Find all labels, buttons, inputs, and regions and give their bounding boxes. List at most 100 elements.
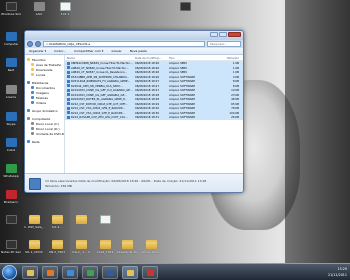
column-size[interactable]: Tamanho <box>199 56 243 60</box>
taskbar-app-button[interactable] <box>122 266 138 279</box>
file-name-text: R2144323_CONE_CG_GEF_fnd_AGRARIA_GE... <box>71 88 133 93</box>
forward-arrow-icon[interactable] <box>35 41 41 47</box>
chrome-icon <box>87 270 94 276</box>
file-name-text: R22044_APPI_SN_VERBIA_DLS_SPOC... <box>71 83 123 88</box>
desktop-icon[interactable]: SAIA <box>30 2 48 16</box>
folder-icon <box>31 101 34 104</box>
file-icon <box>67 66 70 70</box>
file-icon <box>67 79 70 83</box>
nav-item-label: Músicas <box>36 95 48 100</box>
desktop-icon[interactable] <box>72 215 90 225</box>
file-size: 23 KB <box>231 92 239 97</box>
desktop-icon[interactable]: 101 1 <box>56 2 74 16</box>
file-icon <box>29 178 41 190</box>
folder-icon <box>31 127 34 130</box>
maximize-button[interactable] <box>219 32 227 37</box>
folder-icon <box>28 240 40 249</box>
command-toolbar: Organizar ▾ Incluir... Compartilhar com ▾ G… <box>25 48 243 55</box>
desktop-icon[interactable]: 1. WW_Sale_... <box>24 215 44 229</box>
file-icon <box>67 102 70 106</box>
nav-item-label: Disco Local (C:) <box>36 121 60 126</box>
taskbar-app-button[interactable] <box>142 266 158 279</box>
toolbar-button[interactable]: Nova pasta <box>130 49 147 53</box>
desktop-icon[interactable]: Redi <box>2 58 20 72</box>
file-date: 06/08/2018 18:28 <box>135 92 160 97</box>
close-button[interactable] <box>228 32 241 37</box>
wallpaper-hair <box>285 0 350 263</box>
taskbar-app-button[interactable] <box>22 266 38 279</box>
file-size: 10 KB <box>231 88 239 93</box>
desktop-icon[interactable]: Bradesco <box>2 190 20 204</box>
desktop-icon-label: SIL 2... <box>51 225 63 229</box>
desktop-icon[interactable]: SIL 2... <box>48 215 66 229</box>
address-bar[interactable]: « VALMARCIA_LOJA_CELLI31 ▸ <box>43 41 205 47</box>
file-explorer-window[interactable]: « VALMARCIA_LOJA_CELLI31 ▸ Pesquisar... … <box>24 30 244 193</box>
file-name: R2044323_ROTEZ_PL_AGRARIA_GERE_P... <box>65 97 135 101</box>
file-name: R2144323_CONE_CG_GEF_AGRARIA_GE... <box>65 93 135 97</box>
desktop-icon[interactable]: Skype <box>2 112 20 126</box>
toolbar-button[interactable]: Compartilhar com ▾ <box>74 49 103 53</box>
desktop-icon[interactable]: Lixeira <box>2 85 20 99</box>
system-clock[interactable]: 15:29 21/11/2011 <box>328 266 347 278</box>
desktop-icon[interactable]: UN.2_7901 <box>48 240 66 254</box>
back-arrow-icon[interactable] <box>27 41 33 47</box>
details-size: Tamanho: 336 MB <box>45 184 72 188</box>
file-name-text: R214_CST_V3A_CNCZ_GFN_E_RADCPZ... <box>71 106 126 111</box>
desktop-icon[interactable]: CAL2_7921 <box>96 240 114 254</box>
desktop-icon[interactable] <box>176 2 194 12</box>
file-size: 48 KB <box>231 97 239 102</box>
desktop-icon[interactable]: CAL2_ 1... 2 <box>72 240 90 254</box>
column-name[interactable]: Nome <box>65 56 135 60</box>
column-type[interactable]: Tipo <box>169 56 199 60</box>
desktop-icon[interactable]: Notas PC Sam <box>1 240 21 254</box>
desktop-icon[interactable]: WhatsApp <box>2 164 20 178</box>
nav-item[interactable]: Locais <box>27 72 64 77</box>
desktop-icon[interactable]: Cobol <box>2 138 20 152</box>
taskbar-app-button[interactable] <box>42 266 58 279</box>
search-input[interactable]: Pesquisar... <box>207 41 241 47</box>
file-icon <box>67 61 70 65</box>
folder-icon <box>31 96 34 99</box>
taskbar: 15:29 21/11/2011 <box>0 263 350 280</box>
minimize-button[interactable] <box>210 32 218 37</box>
toolbar-button[interactable]: Gravar <box>111 49 121 53</box>
file-name: R214_R23A4B_CCP_ZHV_GTa_CU0T_CLA... <box>65 115 135 119</box>
desktop-icon[interactable]: Sonus Dou... <box>142 240 160 254</box>
file-size: 26 KB <box>231 115 239 120</box>
file-icon <box>67 88 70 92</box>
file-name-text: R2044323_ROTEZ_PL_AGRARIA_GERE_P... <box>71 97 127 102</box>
desktop-icon[interactable]: SIL 2_CDOC <box>25 240 43 254</box>
desktop-icon[interactable] <box>2 215 20 225</box>
dark-icon <box>179 2 191 11</box>
taskbar-app-button[interactable] <box>102 266 118 279</box>
nav-item[interactable]: Vídeos <box>27 100 64 105</box>
file-size: 4 KB <box>232 74 239 79</box>
taskbar-app-button[interactable] <box>62 266 78 279</box>
toolbar-button[interactable]: Organizar ▾ <box>29 49 46 53</box>
taskbar-app-button[interactable] <box>82 266 98 279</box>
window-titlebar[interactable] <box>25 31 243 40</box>
nav-item-label: Disco Local (D:) <box>36 126 60 131</box>
file-date: 06/08/2018 18:28 <box>135 97 160 102</box>
library-icon <box>27 81 30 84</box>
desktop-icon[interactable] <box>96 215 114 225</box>
dark-icon <box>5 240 17 249</box>
file-type: Arquivo SERV <box>169 70 188 75</box>
desktop-icon-label: Redi <box>7 68 15 72</box>
folder-icon <box>51 240 63 249</box>
nav-homegroup[interactable]: Grupo doméstico <box>27 108 64 113</box>
desktop-icon[interactable]: Windows Slider <box>1 2 21 16</box>
desktop-icon-label: Bradesco <box>4 200 18 204</box>
file-type: Arquivo SOFTWARE <box>169 110 196 115</box>
file-row[interactable]: R214_R23A4B_CCP_ZHV_GTa_CU0T_CLA... 06/08… <box>65 115 243 120</box>
desktop-icon[interactable]: Lavelle de 1N7... <box>117 240 137 254</box>
column-date[interactable]: Data de modificaç... <box>135 56 169 60</box>
desktop-icon[interactable]: Computer <box>2 32 20 46</box>
file-icon <box>67 106 70 110</box>
nav-item[interactable]: Unidade de DVD-RW <box>27 131 64 136</box>
dark-icon <box>5 215 17 224</box>
nav-item-label: Vídeos <box>36 100 47 105</box>
toolbar-button[interactable]: Incluir... <box>54 49 66 53</box>
start-button[interactable] <box>2 265 17 280</box>
nav-network[interactable]: Rede <box>27 139 64 144</box>
